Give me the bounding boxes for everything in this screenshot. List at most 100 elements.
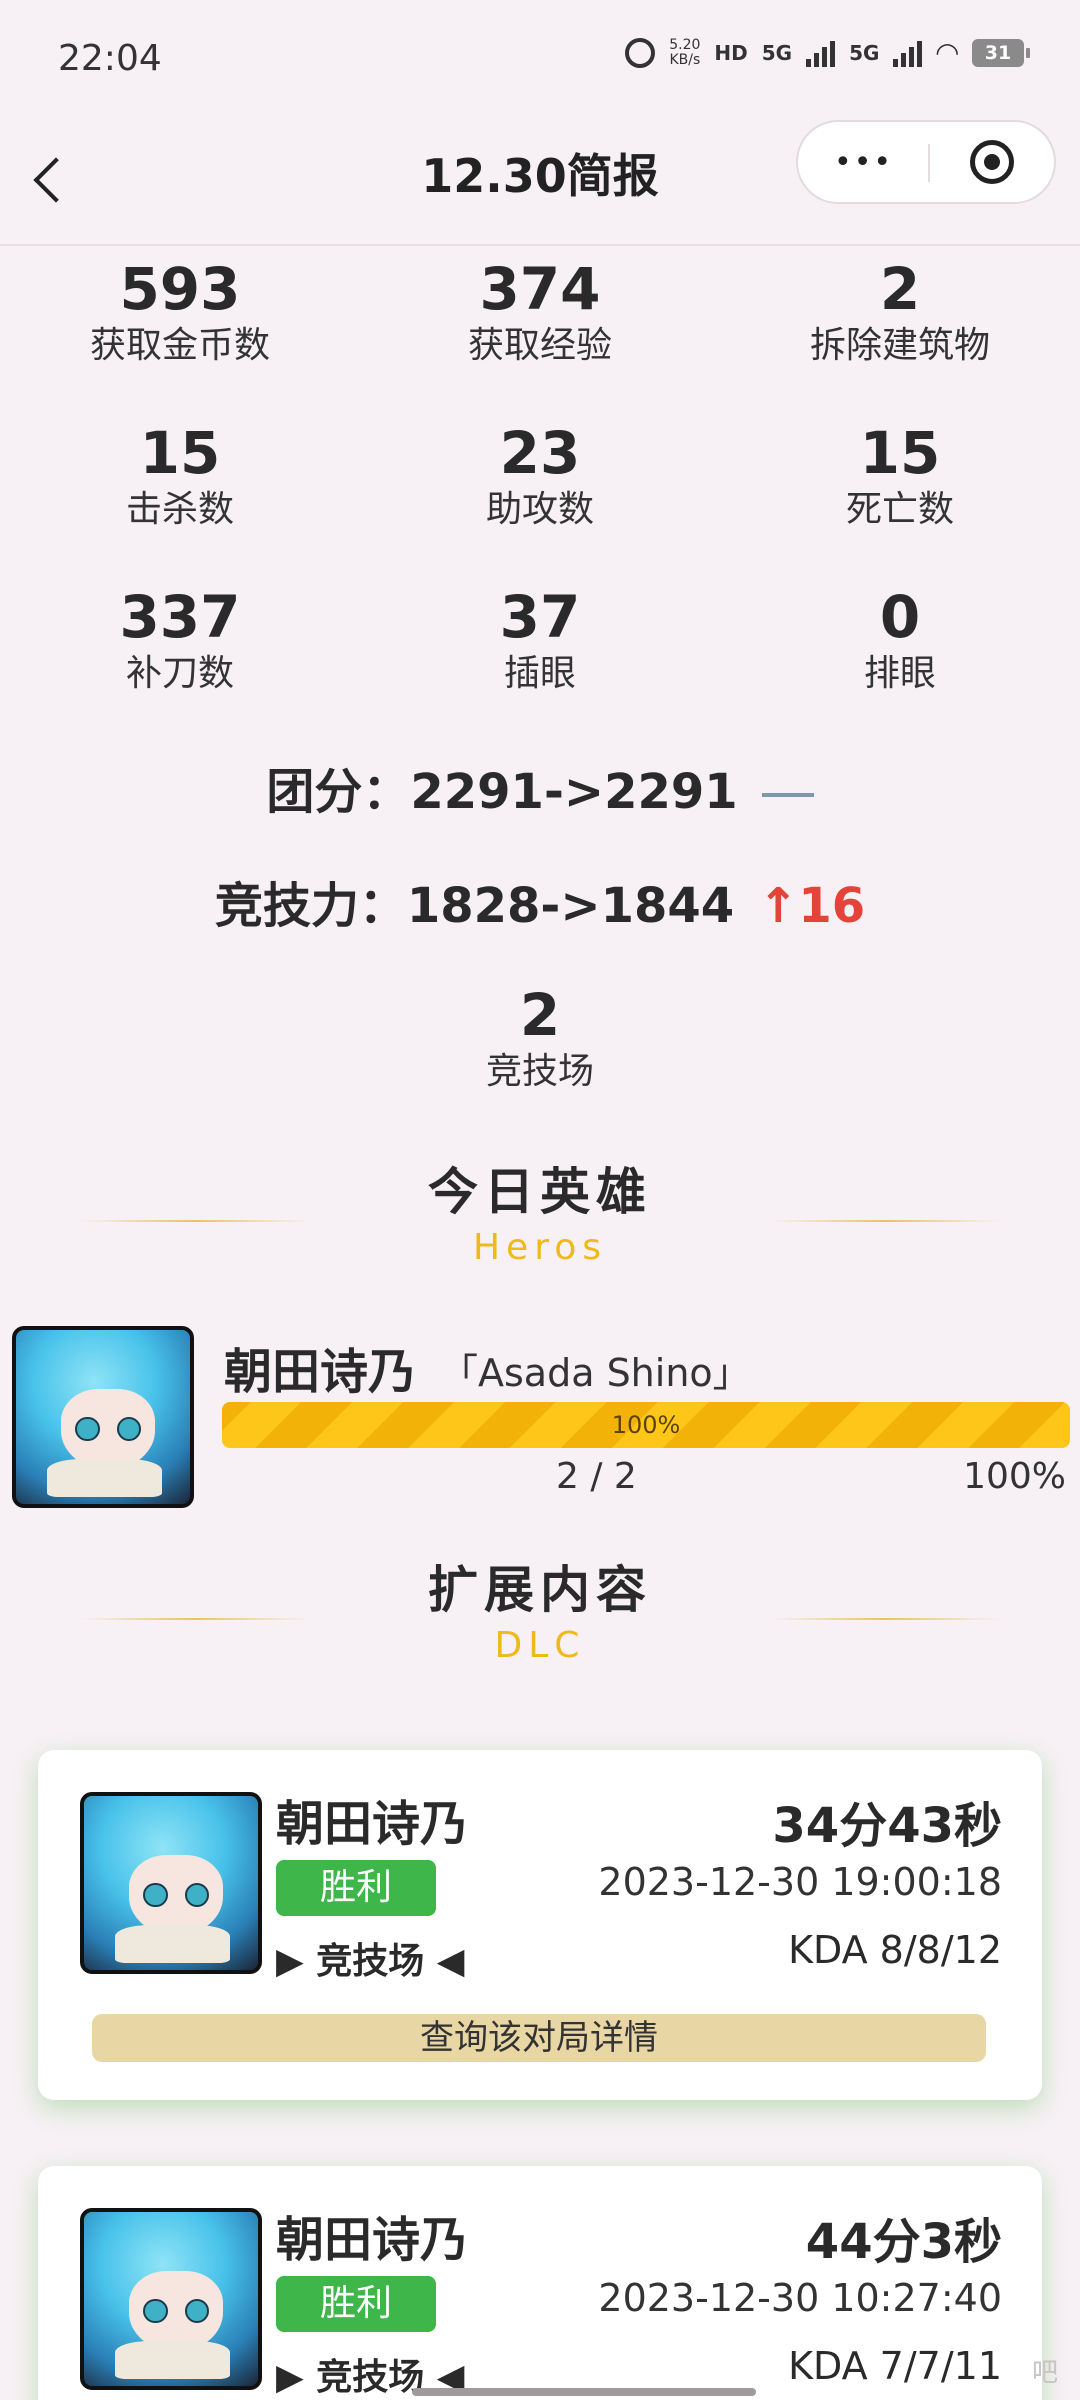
match-result-badge: 胜利	[276, 1860, 436, 1916]
more-icon[interactable]: •••	[834, 148, 893, 178]
stat-kills: 15 击杀数	[0, 418, 360, 582]
hero-avatar	[12, 1326, 194, 1508]
stat-value: 15	[139, 419, 221, 487]
section-subtitle: DLC	[494, 1625, 586, 1666]
stats-row: 337 补刀数 37 插眼 0 排眼	[0, 582, 1080, 746]
team-score-label: 团分：	[266, 764, 411, 820]
power-label: 竞技力：	[214, 878, 407, 934]
power-value: 1828->1844	[406, 878, 735, 934]
section-divider	[770, 1220, 1000, 1222]
mini-program-capsule: •••	[796, 120, 1056, 204]
capsule-divider	[928, 144, 930, 182]
match-mode: ▶ 竞技场 ◀	[276, 1941, 465, 1982]
progress-label: 100%	[611, 1411, 681, 1439]
close-target-icon[interactable]	[970, 140, 1014, 184]
match-result-badge: 胜利	[276, 2276, 436, 2332]
app-screen: 22:04 5.20 KB/s HD 5G 5G ◠ 31 12.30简报 ••…	[0, 0, 1080, 2400]
section-divider	[80, 1618, 310, 1620]
stat-label: 击杀数	[125, 489, 234, 530]
stat-value: 374	[479, 255, 601, 323]
stat-label: 获取经验	[467, 325, 612, 366]
section-subtitle: Heros	[472, 1227, 607, 1268]
status-bar: 22:04 5.20 KB/s HD 5G 5G ◠ 31	[0, 0, 1080, 120]
signal-icon	[806, 39, 836, 67]
stat-deaths: 15 死亡数	[720, 418, 1080, 582]
avatar-scarf	[47, 1458, 163, 1498]
hd-icon: HD	[714, 40, 748, 65]
avatar-scarf	[115, 2340, 231, 2380]
match-hero-name: 朝田诗乃	[276, 2212, 469, 2268]
stat-label: 获取金币数	[89, 325, 270, 366]
network-speed-unit: KB/s	[669, 51, 701, 68]
hero-percent: 100%	[963, 1456, 1066, 1497]
hero-avatar	[80, 1792, 262, 1974]
match-card[interactable]: 朝田诗乃 胜利 ▶ 竞技场 ◀ 34分43秒 2023-12-30 19:00:…	[38, 1750, 1042, 2100]
heroes-section-heading: 今日英雄 Heros	[0, 1160, 1080, 1272]
match-kda: KDA 8/8/12	[788, 1928, 1002, 1972]
section-title: 扩展内容	[428, 1561, 652, 1619]
status-icons: 5.20 KB/s HD 5G 5G ◠ 31	[625, 36, 1030, 69]
stat-gold: 593 获取金币数	[0, 254, 360, 418]
home-indicator[interactable]	[412, 2388, 756, 2396]
watermark: 吧	[1031, 2358, 1058, 2388]
dlc-section-heading: 扩展内容 DLC	[0, 1558, 1080, 1670]
match-kda: KDA 7/7/11	[788, 2344, 1002, 2388]
hero-english-name: 「Asada Shino」	[440, 1351, 751, 1395]
stat-value: 15	[859, 419, 941, 487]
signal-icon-2	[893, 39, 923, 67]
stat-label: 死亡数	[845, 489, 954, 530]
match-detail-button[interactable]: 查询该对局详情	[92, 2014, 986, 2062]
no-change-dash-icon	[761, 793, 814, 797]
section-divider	[80, 1220, 310, 1222]
network-speed-value: 5.20	[669, 36, 701, 53]
team-score-value: 2291->2291	[410, 764, 738, 820]
stat-label: 排眼	[863, 653, 936, 694]
wifi-icon: ◠	[936, 36, 958, 69]
network-type-1: 5G	[761, 40, 793, 65]
stat-label: 补刀数	[125, 653, 234, 694]
stat-value: 2	[879, 255, 921, 323]
avatar-eye	[75, 1417, 100, 1442]
power-change: ↑16	[758, 878, 866, 934]
stat-buildings: 2 拆除建筑物	[720, 254, 1080, 418]
hero-avatar	[80, 2208, 262, 2390]
stat-exp: 374 获取经验	[360, 254, 720, 418]
section-title: 今日英雄	[428, 1163, 652, 1221]
alarm-icon	[625, 37, 656, 68]
stat-value: 337	[119, 583, 241, 651]
match-duration: 34分43秒	[772, 1798, 1002, 1854]
network-speed: 5.20 KB/s	[669, 36, 701, 68]
stat-value: 37	[499, 583, 581, 651]
nav-header: 12.30简报 •••	[0, 120, 1080, 246]
stats-grid: 593 获取金币数 374 获取经验 2 拆除建筑物 15 击杀数 23 助攻数	[0, 254, 1080, 746]
match-hero-name: 朝田诗乃	[276, 1796, 469, 1852]
stat-wards-cleared: 0 排眼	[720, 582, 1080, 746]
stat-value: 593	[119, 255, 241, 323]
match-datetime: 2023-12-30 10:27:40	[598, 2276, 1002, 2320]
hero-name: 朝田诗乃	[224, 1344, 417, 1400]
stat-value: 2	[519, 981, 561, 1049]
stat-value: 23	[499, 419, 581, 487]
avatar-scarf	[115, 1924, 231, 1964]
stat-assists: 23 助攻数	[360, 418, 720, 582]
stat-label: 竞技场	[485, 1051, 594, 1092]
stats-row: 593 获取金币数 374 获取经验 2 拆除建筑物	[0, 254, 1080, 418]
stat-label: 助攻数	[485, 489, 594, 530]
hero-count: 2 / 2	[556, 1456, 637, 1497]
stat-arena: 2 竞技场	[0, 980, 1080, 1094]
stat-wards-placed: 37 插眼	[360, 582, 720, 746]
section-divider	[770, 1618, 1000, 1620]
network-type-2: 5G	[849, 40, 880, 65]
power-score: 竞技力：1828->1844 ↑16	[0, 866, 1080, 936]
avatar-eye	[143, 2299, 168, 2324]
stat-last-hits: 337 补刀数	[0, 582, 360, 746]
match-datetime: 2023-12-30 19:00:18	[598, 1860, 1002, 1904]
match-card[interactable]: 朝田诗乃 胜利 ▶ 竞技场 ◀ 44分3秒 2023-12-30 10:27:4…	[38, 2166, 1042, 2400]
stat-value: 0	[879, 583, 921, 651]
stat-label: 拆除建筑物	[809, 325, 990, 366]
stats-row: 15 击杀数 23 助攻数 15 死亡数	[0, 418, 1080, 582]
avatar-eye	[143, 1883, 168, 1908]
stat-label: 插眼	[503, 653, 576, 694]
battery-icon: 31	[972, 38, 1030, 67]
status-time: 22:04	[58, 38, 162, 79]
